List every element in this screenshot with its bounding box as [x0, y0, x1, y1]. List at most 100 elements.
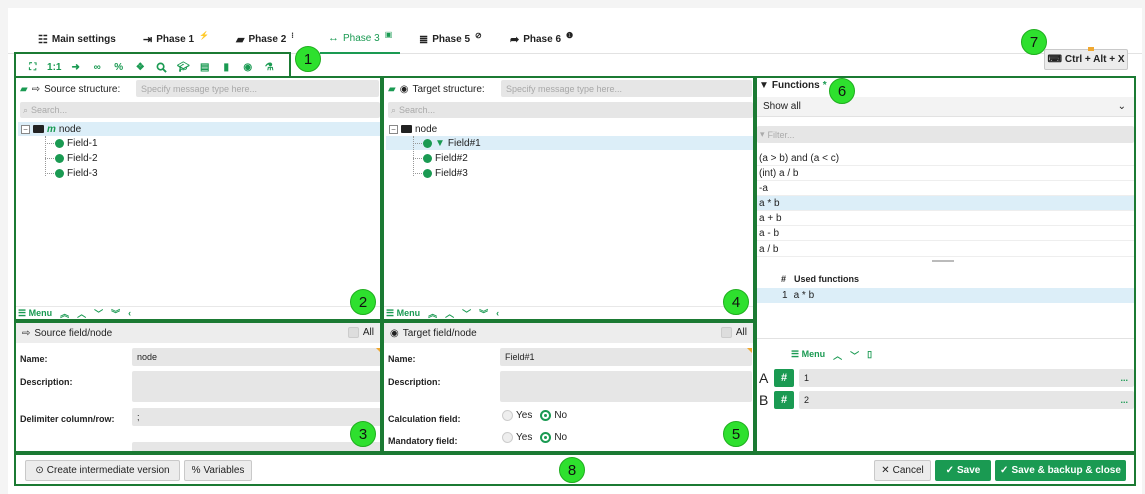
- down-icon[interactable]: ﹀: [850, 349, 859, 362]
- field-dot-icon: [423, 168, 432, 178]
- one-to-one-button[interactable]: 1:1: [44, 56, 66, 78]
- functions-filter-input[interactable]: ▾ Filter...: [757, 126, 1134, 143]
- mandatory-field-radios: Yes No: [502, 432, 575, 443]
- percent-icon[interactable]: %: [108, 56, 130, 78]
- target-field-2[interactable]: Field#2: [423, 151, 468, 165]
- folder-open-icon[interactable]: ▰: [20, 84, 28, 95]
- variable-a-label: A: [759, 370, 769, 386]
- create-intermediate-version-button[interactable]: ⊙ Create intermediate version: [25, 460, 180, 481]
- graduation-icon[interactable]: 🎓︎: [173, 56, 195, 78]
- close-icon: ✕: [881, 465, 890, 476]
- search-icon[interactable]: [151, 56, 173, 78]
- source-search-input[interactable]: ⌕ Search...: [20, 102, 380, 118]
- target-search-input[interactable]: ⌕ Search...: [388, 102, 753, 118]
- down-icon[interactable]: ﹀: [94, 307, 103, 320]
- function-item-selected[interactable]: a * b: [757, 196, 1134, 211]
- source-delimiter-field[interactable]: ;: [132, 408, 380, 426]
- function-item[interactable]: (int) a / b: [757, 166, 1134, 181]
- left-icon[interactable]: ‹: [128, 308, 131, 318]
- collapse-icon[interactable]: −: [21, 124, 30, 134]
- functions-menu-button[interactable]: ☰ Menu: [791, 349, 825, 362]
- source-message-type-input[interactable]: Specify message type here...: [136, 80, 379, 97]
- document-icon[interactable]: ▯: [867, 349, 872, 362]
- field-dot-icon: [423, 138, 432, 148]
- left-icon[interactable]: ‹: [496, 308, 499, 318]
- variable-a-hash-button[interactable]: #: [774, 369, 794, 387]
- save-backup-close-button[interactable]: ✓ Save & backup & close: [995, 460, 1126, 481]
- source-field-2[interactable]: Field-2: [55, 151, 98, 165]
- hash-icon: #: [774, 391, 794, 409]
- target-field-3[interactable]: Field#3: [423, 166, 468, 180]
- target-all-checkbox[interactable]: All: [720, 327, 747, 338]
- variable-a-value[interactable]: 1...: [799, 369, 1134, 387]
- tab-main-settings[interactable]: ☷ Main settings: [38, 24, 116, 54]
- double-down-icon[interactable]: ︾: [111, 307, 120, 320]
- calc-yes-radio[interactable]: Yes: [502, 410, 532, 421]
- search-icon: ⌕: [23, 104, 29, 115]
- up-icon[interactable]: ︿: [833, 349, 842, 362]
- variable-b-value[interactable]: 2...: [799, 391, 1134, 409]
- target-message-type-input[interactable]: Specify message type here...: [501, 80, 752, 97]
- tab-phase-3[interactable]: ↔ Phase 3 ▣: [320, 24, 401, 54]
- double-down-icon[interactable]: ︾: [479, 307, 488, 320]
- splitter-handle[interactable]: [932, 260, 954, 262]
- arrow-right-icon[interactable]: ➜: [65, 56, 87, 78]
- function-item[interactable]: a / b: [757, 242, 1134, 257]
- shortcut-button[interactable]: ⌨ Ctrl + Alt + X: [1044, 47, 1128, 70]
- up-icon[interactable]: ︿: [445, 307, 454, 320]
- target-field-1[interactable]: ▼ Field#1: [423, 136, 481, 150]
- function-item[interactable]: -a: [757, 181, 1134, 196]
- tab-phase-2[interactable]: ▰ Phase 2 ⁝: [236, 24, 294, 54]
- function-item[interactable]: (a > b) and (a < c): [757, 151, 1134, 166]
- source-field-panel: ⇨ Source field/node All Name: node Descr…: [14, 321, 382, 453]
- source-menu-button[interactable]: ☰ Menu: [18, 308, 52, 319]
- used-function-row[interactable]: 1 a * b: [757, 288, 1134, 303]
- list-box-icon[interactable]: ▤: [194, 56, 216, 78]
- target-menu-button[interactable]: ☰ Menu: [386, 308, 420, 319]
- target-structure-header: ▰ ◉ Target structure:: [388, 83, 485, 95]
- target-name-field[interactable]: Field#1: [500, 348, 752, 366]
- mand-yes-radio[interactable]: Yes: [502, 432, 532, 443]
- calc-no-radio[interactable]: No: [540, 410, 567, 421]
- calculation-field-label: Calculation field:: [388, 414, 461, 424]
- tab-phase-6[interactable]: ➦ Phase 6 ❶: [510, 24, 573, 54]
- tab-phase-5[interactable]: ≣ Phase 5 ⊘: [419, 24, 482, 54]
- source-field-3[interactable]: Field-3: [55, 166, 98, 180]
- source-description-field[interactable]: [132, 371, 380, 402]
- functions-category-select[interactable]: Show all ⌄: [757, 97, 1134, 117]
- source-menu-bar: ☰ Menu ︽ ︿ ﹀ ︾ ‹: [16, 306, 380, 319]
- double-up-icon[interactable]: ︽: [428, 307, 437, 320]
- function-item[interactable]: a + b: [757, 211, 1134, 226]
- collapse-icon[interactable]: −: [389, 124, 398, 134]
- variables-button[interactable]: % Variables: [184, 460, 252, 481]
- source-name-field[interactable]: node: [132, 348, 380, 366]
- target-description-field[interactable]: [500, 371, 752, 402]
- tab-phase-1[interactable]: ⇥ Phase 1 ⚡: [143, 24, 209, 54]
- source-all-checkbox[interactable]: All: [347, 327, 374, 338]
- marker-5: 5: [723, 421, 749, 447]
- expand-icon[interactable]: ⛶: [22, 56, 44, 78]
- target-root-node[interactable]: − node: [389, 122, 437, 136]
- source-field-1[interactable]: Field-1: [55, 136, 98, 150]
- mand-no-radio[interactable]: No: [540, 432, 567, 443]
- target-structure-panel: ▰ ◉ Target structure: Specify message ty…: [382, 76, 755, 321]
- functions-header: ▼ Functions *: [759, 80, 827, 91]
- down-icon[interactable]: ﹀: [462, 307, 471, 320]
- field-dot-icon: [423, 153, 432, 163]
- folder-open-icon[interactable]: ▰: [388, 84, 396, 95]
- flask-icon[interactable]: ⚗: [259, 56, 281, 78]
- up-icon[interactable]: ︿: [77, 307, 86, 320]
- function-item[interactable]: a - b: [757, 226, 1134, 241]
- double-up-icon[interactable]: ︽: [60, 307, 69, 320]
- link-icon[interactable]: ∞: [87, 56, 109, 78]
- cubes-icon[interactable]: ❖: [130, 56, 152, 78]
- save-button[interactable]: ✓ Save: [935, 460, 991, 481]
- file-icon[interactable]: ▮: [216, 56, 238, 78]
- source-extra-field[interactable]: [132, 442, 380, 451]
- lightning-icon: ⚡: [199, 30, 209, 40]
- eye-icon[interactable]: ◉: [237, 56, 259, 78]
- variable-b-hash-button[interactable]: #: [774, 391, 794, 409]
- source-root-node[interactable]: − m node: [21, 122, 81, 136]
- source-field-header: ⇨ Source field/node: [16, 323, 380, 343]
- cancel-button[interactable]: ✕ Cancel: [874, 460, 931, 481]
